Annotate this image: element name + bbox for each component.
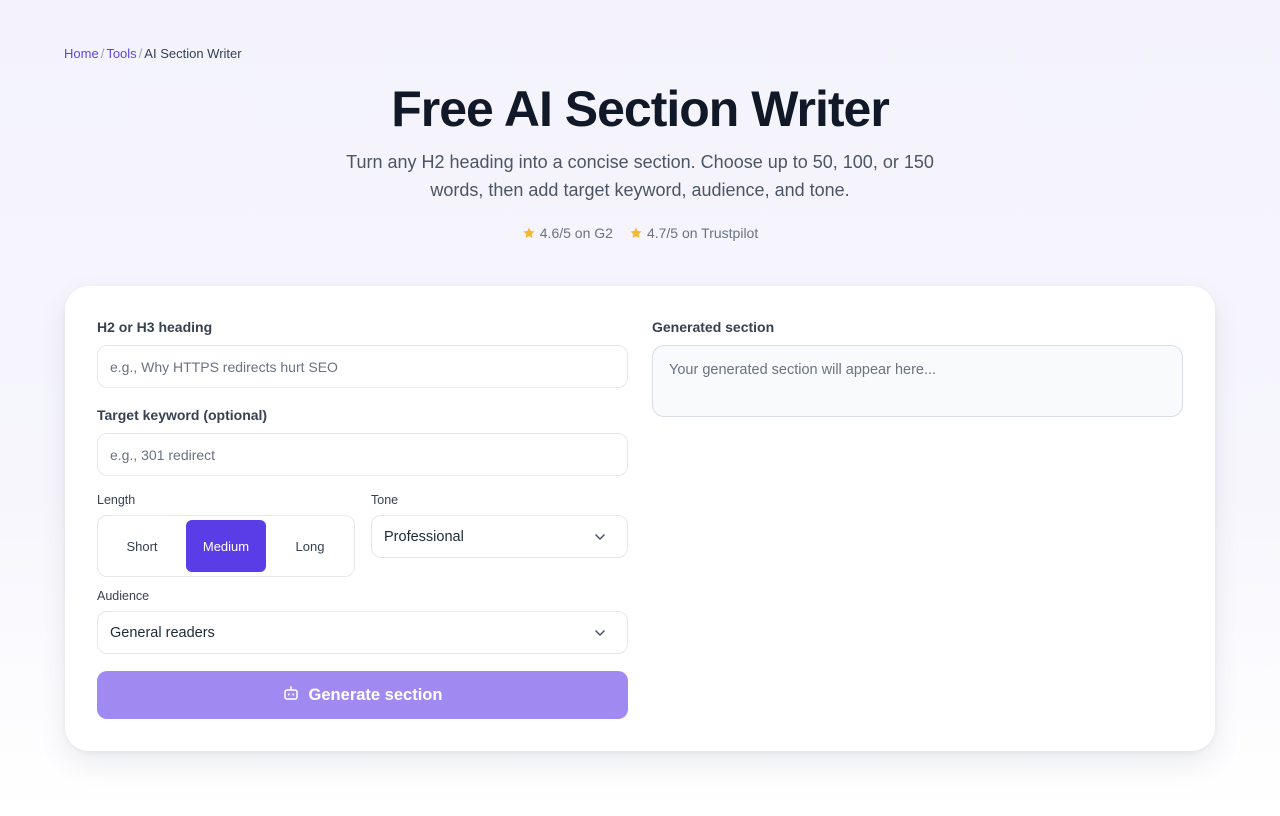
page-title: Free AI Section Writer <box>391 81 890 137</box>
heading-input[interactable]: e.g., Why HTTPS redirects hurt SEO <box>97 345 628 388</box>
rating-g2: 4.6/5 on G2 <box>522 225 613 241</box>
generate-section-label: Generate section <box>308 685 443 704</box>
length-segmented-control: Short Medium Long <box>97 515 355 577</box>
audience-select-value: General readers <box>110 624 215 641</box>
breadcrumb: Home / Tools / AI Section Writer <box>64 46 242 61</box>
length-long-button[interactable]: Long <box>270 520 350 572</box>
chevron-down-icon <box>595 532 605 542</box>
keyword-label: Target keyword (optional) <box>97 407 268 423</box>
breadcrumb-home-link[interactable]: Home <box>64 46 99 61</box>
robot-icon <box>283 685 299 706</box>
length-medium-button[interactable]: Medium <box>186 520 266 572</box>
generated-section-label: Generated section <box>652 319 775 335</box>
rating-g2-text: 4.6/5 on G2 <box>539 225 613 241</box>
length-short-button[interactable]: Short <box>102 520 182 572</box>
star-icon <box>523 227 535 239</box>
rating-trustpilot-text: 4.7/5 on Trustpilot <box>646 225 759 241</box>
audience-select[interactable]: General readers <box>97 611 628 654</box>
audience-label: Audience <box>97 589 150 603</box>
breadcrumb-tools-link[interactable]: Tools <box>106 46 136 61</box>
section-writer-card: H2 or H3 heading e.g., Why HTTPS redirec… <box>65 286 1215 751</box>
star-icon <box>630 227 642 239</box>
tone-label: Tone <box>371 493 399 507</box>
heading-input-placeholder: e.g., Why HTTPS redirects hurt SEO <box>110 358 338 375</box>
breadcrumb-separator: / <box>138 46 143 61</box>
tone-select[interactable]: Professional <box>371 515 628 558</box>
generate-section-button[interactable]: Generate section <box>97 671 628 719</box>
tone-select-value: Professional <box>384 528 464 545</box>
rating-trustpilot: 4.7/5 on Trustpilot <box>629 225 758 241</box>
length-label: Length <box>97 493 136 507</box>
chevron-down-icon <box>595 628 605 638</box>
page-subtitle: Turn any H2 heading into a concise secti… <box>346 152 934 200</box>
keyword-input[interactable]: e.g., 301 redirect <box>97 433 628 476</box>
ratings-row: 4.6/5 on G2 4.7/5 on Trustpilot <box>0 225 1280 241</box>
breadcrumb-current: AI Section Writer <box>144 46 242 61</box>
generated-section-placeholder: Your generated section will appear here.… <box>669 362 937 378</box>
heading-label: H2 or H3 heading <box>97 319 213 335</box>
generated-section-output[interactable]: Your generated section will appear here.… <box>652 345 1183 417</box>
breadcrumb-separator: / <box>100 46 105 61</box>
keyword-input-placeholder: e.g., 301 redirect <box>110 446 216 463</box>
